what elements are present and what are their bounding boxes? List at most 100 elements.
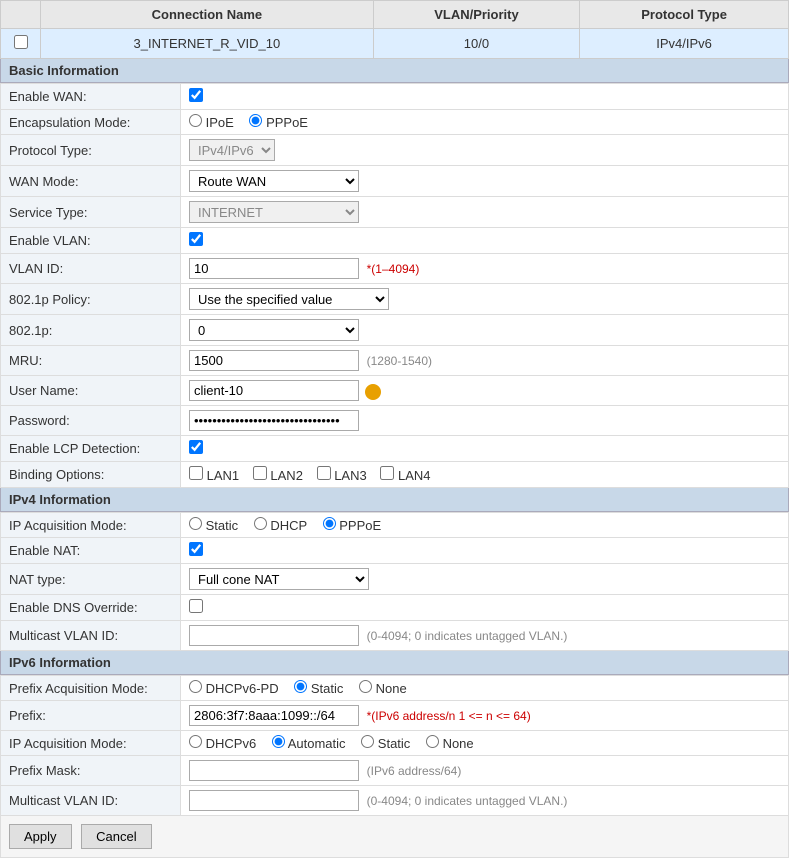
prefix-none-text: None [376, 681, 407, 696]
ipv6-automatic-radio[interactable] [272, 735, 285, 748]
encap-mode-row: Encapsulation Mode: IPoE PPPoE [1, 110, 789, 135]
ipv4-static-label[interactable]: Static [189, 518, 242, 533]
mru-label: MRU: [1, 346, 181, 376]
password-value [181, 406, 789, 436]
col-checkbox-header [1, 1, 41, 29]
dns-override-label: Enable DNS Override: [1, 595, 181, 621]
prefix-acq-value: DHCPv6-PD Static None [181, 676, 789, 701]
ipv4-multicast-label: Multicast VLAN ID: [1, 621, 181, 651]
protocol-type-select[interactable]: IPv4/IPv6 [189, 139, 275, 161]
prefix-hint: *(IPv6 address/n 1 <= n <= 64) [367, 709, 531, 723]
lan1-label[interactable]: LAN1 [189, 468, 243, 483]
ipv4-dhcp-label[interactable]: DHCP [254, 518, 311, 533]
prefix-static-radio[interactable] [294, 680, 307, 693]
ipv6-multicast-row: Multicast VLAN ID: (0-4094; 0 indicates … [1, 786, 789, 816]
prefix-row: Prefix: *(IPv6 address/n 1 <= n <= 64) [1, 701, 789, 731]
row-protocol-cell: IPv4/IPv6 [580, 29, 789, 59]
row-select-checkbox[interactable] [14, 35, 28, 49]
vlan-id-input[interactable] [189, 258, 359, 279]
enable-wan-checkbox[interactable] [189, 88, 203, 102]
show-password-icon[interactable] [365, 384, 381, 400]
service-type-label: Service Type: [1, 197, 181, 228]
ipv4-static-radio[interactable] [189, 517, 202, 530]
ipv6-static-text: Static [378, 736, 411, 751]
lan2-label[interactable]: LAN2 [253, 468, 307, 483]
cancel-button[interactable]: Cancel [81, 824, 151, 849]
nat-type-row: NAT type: Full cone NAT [1, 564, 789, 595]
ipv4-multicast-input[interactable] [189, 625, 359, 646]
lan4-checkbox[interactable] [380, 466, 394, 480]
username-input[interactable] [189, 380, 359, 401]
main-container: Connection Name VLAN/Priority Protocol T… [0, 0, 789, 858]
dhcpv6pd-radio[interactable] [189, 680, 202, 693]
nat-type-value: Full cone NAT [181, 564, 789, 595]
dhcpv6pd-label[interactable]: DHCPv6-PD [189, 681, 282, 696]
prefix-acq-label: Prefix Acquisition Mode: [1, 676, 181, 701]
mru-input[interactable] [189, 350, 359, 371]
button-row: Apply Cancel [0, 816, 789, 858]
ipv4-acq-label: IP Acquisition Mode: [1, 513, 181, 538]
password-row: Password: [1, 406, 789, 436]
prefix-none-radio[interactable] [359, 680, 372, 693]
dns-override-checkbox[interactable] [189, 599, 203, 613]
nat-type-select[interactable]: Full cone NAT [189, 568, 369, 590]
policy-row: 802.1p Policy: Use the specified value [1, 284, 789, 315]
ipv6-static-label[interactable]: Static [361, 736, 414, 751]
ipv4-section-header: IPv4 Information [0, 488, 789, 512]
dhcpv6-label[interactable]: DHCPv6 [189, 736, 260, 751]
protocol-type-value: IPv4/IPv6 [181, 135, 789, 166]
prefix-none-label[interactable]: None [359, 681, 407, 696]
lan1-text: LAN1 [207, 468, 240, 483]
lan2-text: LAN2 [270, 468, 303, 483]
apply-button[interactable]: Apply [9, 824, 72, 849]
service-type-select[interactable]: INTERNET [189, 201, 359, 223]
policy-select[interactable]: Use the specified value [189, 288, 389, 310]
ipv4-pppoe-radio[interactable] [323, 517, 336, 530]
lcp-checkbox[interactable] [189, 440, 203, 454]
prefix-mask-value: (IPv6 address/64) [181, 756, 789, 786]
encap-ipoe-radio[interactable] [189, 114, 202, 127]
basic-info-section-header: Basic Information [0, 59, 789, 83]
dhcpv6-radio[interactable] [189, 735, 202, 748]
ipv4-dhcp-radio[interactable] [254, 517, 267, 530]
enable-vlan-row: Enable VLAN: [1, 228, 789, 254]
ipv6-acq-label: IP Acquisition Mode: [1, 731, 181, 756]
encap-ipoe-label[interactable]: IPoE [189, 115, 237, 130]
prefix-static-label[interactable]: Static [294, 681, 347, 696]
lan3-label[interactable]: LAN3 [317, 468, 371, 483]
col-vlan-header: VLAN/Priority [373, 1, 579, 29]
ipv6-automatic-label[interactable]: Automatic [272, 736, 349, 751]
p8021-select[interactable]: 0 [189, 319, 359, 341]
password-input[interactable] [189, 410, 359, 431]
ipv6-none-radio[interactable] [426, 735, 439, 748]
ipv4-multicast-hint: (0-4094; 0 indicates untagged VLAN.) [367, 629, 568, 643]
enable-wan-value [181, 84, 789, 110]
lan4-label[interactable]: LAN4 [380, 468, 430, 483]
lan2-checkbox[interactable] [253, 466, 267, 480]
wan-mode-select[interactable]: Route WAN [189, 170, 359, 192]
prefix-mask-input[interactable] [189, 760, 359, 781]
encap-pppoe-radio[interactable] [249, 114, 262, 127]
ipv6-none-label[interactable]: None [426, 736, 474, 751]
ipv4-pppoe-label[interactable]: PPPoE [323, 518, 382, 533]
enable-vlan-checkbox[interactable] [189, 232, 203, 246]
password-label: Password: [1, 406, 181, 436]
binding-row: Binding Options: LAN1 LAN2 LAN3 [1, 462, 789, 488]
row-checkbox-cell [1, 29, 41, 59]
ipv6-acq-value: DHCPv6 Automatic Static None [181, 731, 789, 756]
ipv4-acq-value: Static DHCP PPPoE [181, 513, 789, 538]
enable-nat-checkbox[interactable] [189, 542, 203, 556]
p8021-row: 802.1p: 0 [1, 315, 789, 346]
col-protocol-header: Protocol Type [580, 1, 789, 29]
prefix-input[interactable] [189, 705, 359, 726]
binding-label: Binding Options: [1, 462, 181, 488]
enable-nat-row: Enable NAT: [1, 538, 789, 564]
prefix-mask-hint: (IPv6 address/64) [367, 764, 462, 778]
ipv6-multicast-input[interactable] [189, 790, 359, 811]
ipv6-none-text: None [443, 736, 474, 751]
encap-pppoe-label[interactable]: PPPoE [249, 115, 308, 130]
ipv6-static-radio[interactable] [361, 735, 374, 748]
lan3-checkbox[interactable] [317, 466, 331, 480]
lan1-checkbox[interactable] [189, 466, 203, 480]
encap-pppoe-text: PPPoE [266, 115, 308, 130]
